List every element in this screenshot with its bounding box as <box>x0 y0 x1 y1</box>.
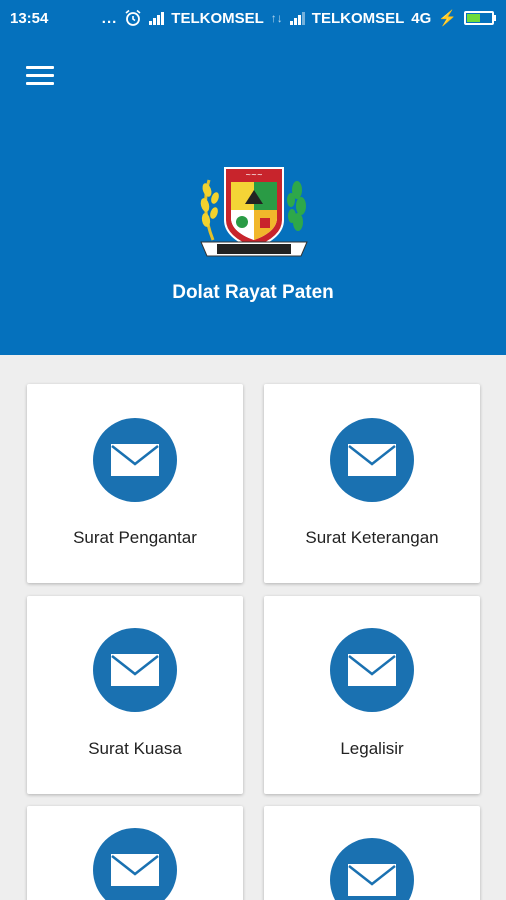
alarm-icon <box>125 9 141 26</box>
menu-card-surat-kuasa[interactable]: Surat Kuasa <box>27 596 243 794</box>
status-time: 13:54 <box>10 9 49 27</box>
app-title: Dolat Rayat Paten <box>172 282 334 303</box>
regency-coat-of-arms-logo: ~~~ <box>200 167 308 257</box>
envelope-icon <box>330 838 414 900</box>
status-bar: 13:54 ... TELKOMSEL ↑↓ TELKOMSEL 4G ⚡ <box>0 0 506 36</box>
envelope-icon <box>93 828 177 900</box>
envelope-icon <box>330 418 414 502</box>
data-activity-icon: ↑↓ <box>270 11 283 25</box>
hamburger-menu-icon[interactable] <box>26 66 54 88</box>
menu-card-6[interactable] <box>264 806 480 900</box>
app-header: ~~~ Dolat Rayat Paten <box>0 36 506 355</box>
envelope-icon <box>93 418 177 502</box>
card-label: Legalisir <box>340 739 404 758</box>
network-type: 4G <box>411 9 432 27</box>
charging-icon: ⚡ <box>438 10 457 27</box>
menu-card-surat-pengantar[interactable]: Surat Pengantar <box>27 384 243 583</box>
card-label: Surat Kuasa <box>88 739 182 758</box>
menu-card-legalisir[interactable]: Legalisir <box>264 596 480 794</box>
carrier-name-2: TELKOMSEL <box>311 9 405 27</box>
card-label: Surat Keterangan <box>305 528 439 547</box>
menu-card-5[interactable] <box>27 806 243 900</box>
notification-dots: ... <box>101 9 118 27</box>
menu-card-surat-keterangan[interactable]: Surat Keterangan <box>264 384 480 583</box>
svg-text:~~~: ~~~ <box>245 171 263 179</box>
signal-strength-icon-2 <box>289 11 305 25</box>
signal-strength-icon <box>149 11 165 25</box>
envelope-icon <box>330 628 414 712</box>
battery-icon <box>464 11 496 25</box>
envelope-icon <box>93 628 177 712</box>
carrier-name-1: TELKOMSEL <box>171 9 264 27</box>
card-label: Surat Pengantar <box>73 528 197 547</box>
